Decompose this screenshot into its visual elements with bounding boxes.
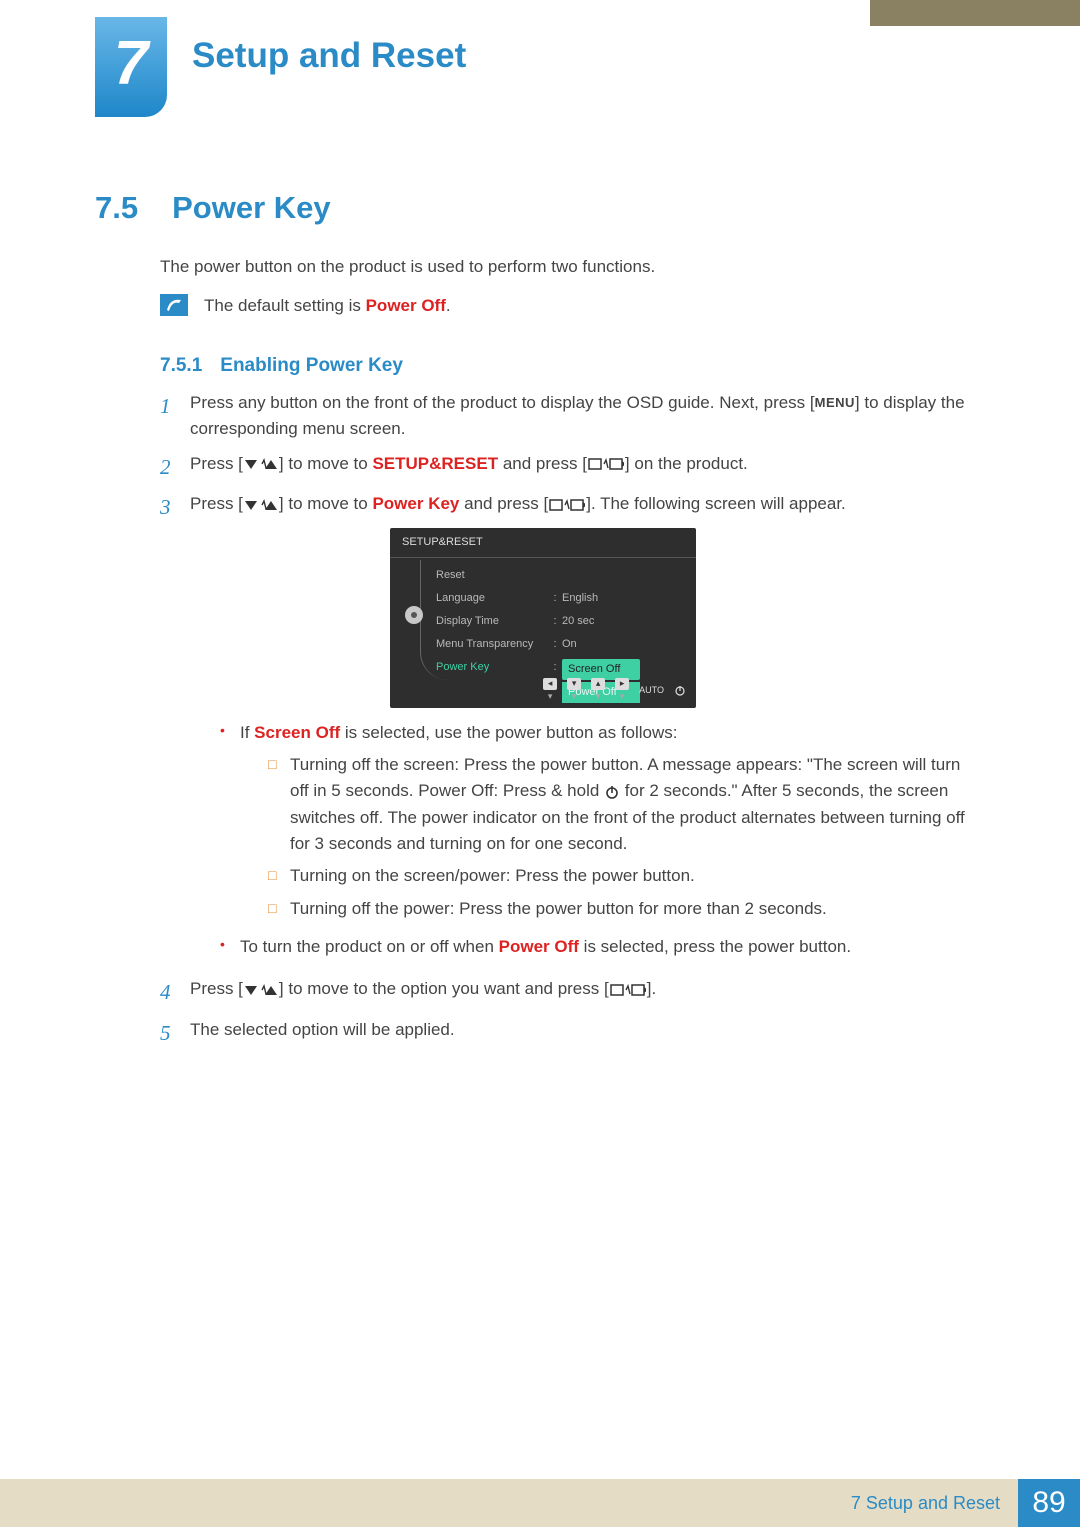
step-number: 5 bbox=[160, 1017, 190, 1050]
down-arrow-icon: ▾ bbox=[567, 678, 581, 690]
osd-item-label-active: Power Key bbox=[436, 659, 548, 703]
step-number: 4 bbox=[160, 976, 190, 1009]
chapter-number-badge: 7 bbox=[95, 17, 167, 117]
section-number: 7.5 bbox=[95, 190, 138, 225]
osd-item-label: Language bbox=[436, 590, 548, 607]
square-screen-icon bbox=[549, 498, 585, 512]
subsection-title: Enabling Power Key bbox=[220, 355, 403, 376]
sub-bullet-box-icon: □ bbox=[268, 896, 290, 922]
step-4: 4 Press [] to move to the option you wan… bbox=[160, 976, 978, 1009]
osd-item-label: Reset bbox=[436, 567, 548, 584]
osd-item-label: Display Time bbox=[436, 613, 548, 630]
note-icon bbox=[160, 294, 188, 316]
down-up-arrows-icon bbox=[244, 457, 278, 471]
page-footer: 7 Setup and Reset 89 bbox=[0, 1479, 1080, 1527]
header-accent-bar bbox=[870, 0, 1080, 26]
section-title: Power Key bbox=[172, 190, 331, 225]
step-number: 1 bbox=[160, 390, 190, 443]
section-heading: 7.5 Power Key bbox=[95, 190, 331, 226]
power-icon bbox=[674, 685, 686, 697]
footer-page-number: 89 bbox=[1018, 1479, 1080, 1527]
right-arrow-icon: ▸ bbox=[615, 678, 629, 690]
osd-item-label: Menu Transparency bbox=[436, 636, 548, 653]
left-arrow-icon: ◂ bbox=[543, 678, 557, 690]
footer-chapter-ref: 7 Setup and Reset bbox=[851, 1479, 1018, 1527]
subsection-heading: 7.5.1 Enabling Power Key bbox=[160, 355, 403, 377]
osd-title: SETUP&RESET bbox=[390, 528, 696, 558]
osd-footer-nav: ◂▾ ▾▾ ▴▾ ▸▾ AUTO bbox=[543, 678, 686, 704]
osd-screenshot: SETUP&RESET Reset Language:English Displ… bbox=[390, 528, 696, 708]
note-bold: Power Off bbox=[366, 296, 446, 315]
step-3: 3 Press [] to move to Power Key and pres… bbox=[160, 491, 978, 968]
bullet-dot-icon: • bbox=[220, 934, 240, 960]
step-2: 2 Press [] to move to SETUP&RESET and pr… bbox=[160, 451, 978, 484]
osd-item-value: English bbox=[562, 590, 688, 607]
bullet-dot-icon: • bbox=[220, 720, 240, 928]
steps-list: 1 Press any button on the front of the p… bbox=[160, 390, 978, 1057]
subsection-number: 7.5.1 bbox=[160, 355, 202, 376]
step-5: 5 The selected option will be applied. bbox=[160, 1017, 978, 1050]
osd-auto-label: AUTO bbox=[639, 684, 664, 698]
sub-bullet-box-icon: □ bbox=[268, 752, 290, 857]
power-icon bbox=[605, 785, 619, 799]
gear-icon bbox=[403, 604, 425, 626]
step-number: 3 bbox=[160, 491, 190, 968]
section-intro: The power button on the product is used … bbox=[160, 257, 655, 277]
square-screen-icon bbox=[610, 983, 646, 997]
note-text: The default setting is Power Off. bbox=[204, 294, 451, 316]
chapter-title: Setup and Reset bbox=[192, 36, 466, 76]
down-up-arrows-icon bbox=[244, 498, 278, 512]
step-number: 2 bbox=[160, 451, 190, 484]
osd-item-value: 20 sec bbox=[562, 613, 688, 630]
down-up-arrows-icon bbox=[244, 983, 278, 997]
up-arrow-icon: ▴ bbox=[591, 678, 605, 690]
menu-button-label: MENU bbox=[815, 395, 855, 410]
note-row: The default setting is Power Off. bbox=[160, 294, 451, 316]
step-1: 1 Press any button on the front of the p… bbox=[160, 390, 978, 443]
osd-item-value: On bbox=[562, 636, 688, 653]
sub-bullet-box-icon: □ bbox=[268, 863, 290, 889]
square-screen-icon bbox=[588, 457, 624, 471]
